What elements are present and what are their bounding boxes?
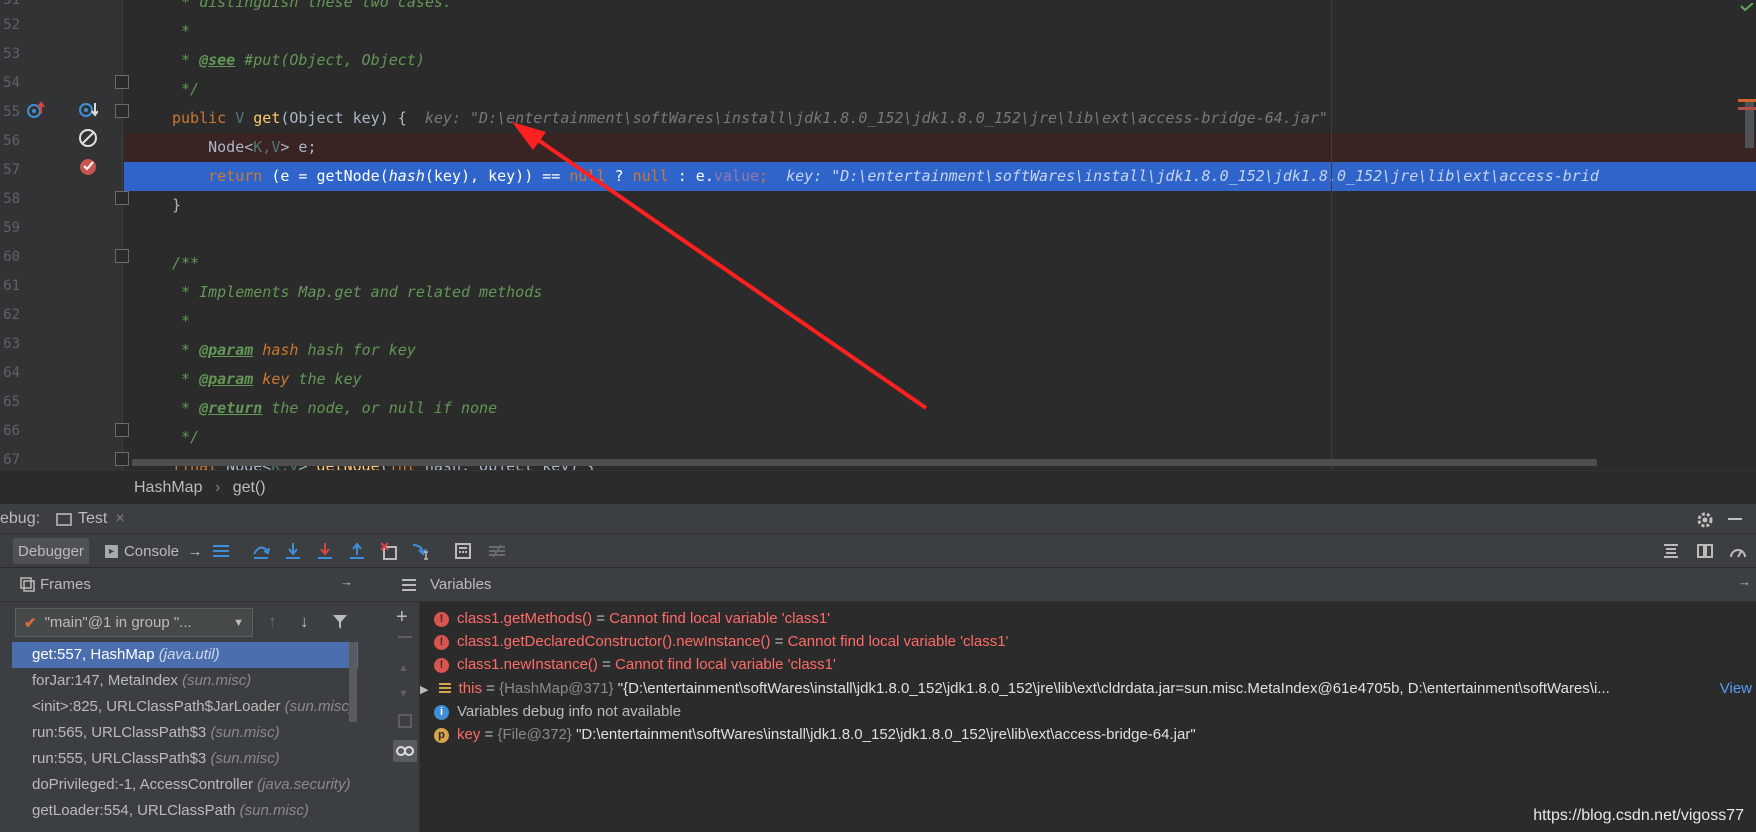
pin-icon[interactable]: → [1738, 574, 1751, 589]
restore-layout-icon[interactable] [1662, 538, 1680, 564]
frame-item[interactable]: getLoader:554, URLClassPath (sun.misc) [12, 798, 358, 824]
step-out-icon[interactable] [348, 538, 366, 564]
frame-item[interactable]: get:557, HashMap (java.util) [12, 642, 358, 668]
run-to-cursor-icon[interactable] [412, 538, 430, 564]
console-tab-icon [56, 512, 72, 526]
parameter-icon: p [434, 727, 449, 743]
remove-watch-icon[interactable] [398, 636, 412, 638]
frames-header: Frames [0, 568, 390, 602]
step-over-icon[interactable] [252, 538, 270, 564]
error-icon: ! [434, 611, 449, 627]
show-watches-icon[interactable] [393, 740, 417, 762]
frame-item[interactable]: run:555, URLClassPath$3 (sun.misc) [12, 746, 358, 772]
copy-icon[interactable] [398, 714, 412, 728]
force-step-into-icon[interactable] [316, 538, 334, 564]
frames-panel: Frames → ✔ "main"@1 in group "... ▼ ↑ ↓ … [0, 568, 390, 832]
minimize-icon[interactable] [1728, 518, 1742, 520]
annotation-arrow [512, 122, 928, 410]
info-icon: i [434, 704, 449, 720]
debugger-toolbar: Debugger ▸ Console → [0, 533, 1756, 568]
show-execution-point-icon[interactable] [212, 538, 230, 564]
add-watch-icon[interactable]: + [396, 606, 408, 629]
tab-console[interactable]: ▸ Console [98, 538, 186, 564]
close-tab-icon[interactable]: × [115, 504, 124, 534]
breadcrumb-separator: › [214, 479, 221, 496]
variables-header: Variables [390, 568, 1756, 602]
field-icon [438, 683, 451, 696]
trace-current-stream-icon[interactable] [488, 538, 506, 564]
overhead-icon[interactable] [1728, 538, 1748, 564]
frames-icon [20, 577, 35, 592]
thread-selector[interactable]: ✔ "main"@1 in group "... ▼ [15, 608, 253, 637]
expand-arrow-icon[interactable]: ▶ [420, 684, 428, 696]
variables-icon [402, 578, 416, 592]
breadcrumb-method[interactable]: get() [233, 479, 266, 496]
pin-icon[interactable]: → [186, 538, 204, 564]
frames-scrollbar[interactable] [349, 642, 357, 722]
error-icon: ! [434, 634, 449, 650]
pin-icon[interactable]: → [340, 574, 353, 589]
drop-frame-icon[interactable] [380, 538, 398, 564]
variable-row-key[interactable]: p key = {File@372} "D:\entertainment\soft… [420, 722, 1756, 748]
watermark: https://blog.csdn.net/vigoss77 [1533, 807, 1744, 824]
previous-frame-icon[interactable]: ↑ [268, 612, 277, 632]
debug-label: ebug: [0, 510, 41, 527]
code-editor[interactable]: 51 52 53 54 55 56 57 58 59 60 61 62 63 6… [0, 0, 1756, 470]
frame-item[interactable]: forJar:147, MetaIndex (sun.misc) [12, 668, 358, 694]
error-icon: ! [434, 657, 449, 673]
console-icon: ▸ [104, 544, 118, 558]
move-down-icon[interactable]: ▼ [398, 688, 409, 700]
next-frame-icon[interactable]: ↓ [300, 612, 309, 632]
breadcrumb: HashMap › get() [0, 470, 1756, 503]
breadcrumb-class[interactable]: HashMap [134, 479, 202, 496]
evaluate-expression-icon[interactable] [454, 538, 472, 564]
tab-test[interactable]: Test × [56, 504, 125, 534]
move-up-icon[interactable]: ▲ [398, 662, 409, 674]
variables-side-toolbar: + ▲ ▼ [390, 602, 420, 832]
filter-icon[interactable] [332, 614, 348, 630]
variables-panel: Variables → + ▲ ▼ ! class1.getMethods() =… [390, 568, 1756, 832]
step-into-icon[interactable] [284, 538, 302, 564]
frame-item[interactable]: doPrivileged:-1, AccessController (java.… [12, 772, 358, 798]
watch-row[interactable]: ! class1.newInstance() = Cannot find loca… [420, 652, 1756, 678]
tab-debugger[interactable]: Debugger [13, 538, 89, 564]
gear-icon[interactable] [1696, 510, 1714, 528]
frame-item[interactable]: <init>:825, URLClassPath$JarLoader (sun.… [12, 694, 358, 720]
chevron-down-icon: ▼ [233, 616, 244, 629]
frame-item[interactable]: run:565, URLClassPath$3 (sun.misc) [12, 720, 358, 746]
layout-settings-icon[interactable] [1696, 538, 1714, 564]
debug-tool-window-header: ebug: Test × [0, 503, 1756, 533]
check-icon: ✔ [24, 614, 37, 632]
